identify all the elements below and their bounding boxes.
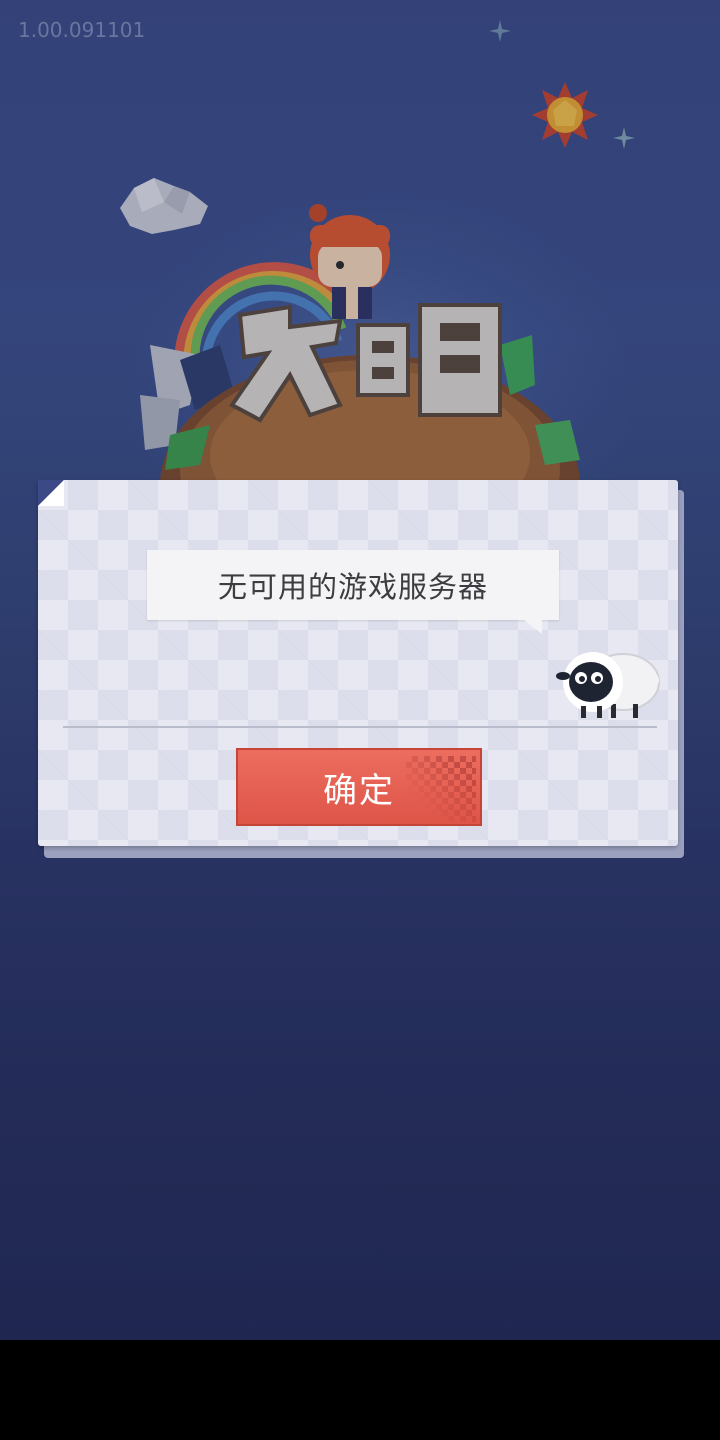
error-dialog: 无可用的游戏服务器 确定 — [38, 480, 684, 858]
sheep-icon — [556, 652, 660, 718]
button-pixel-pattern — [406, 756, 476, 822]
dialog-message: 无可用的游戏服务器 — [217, 570, 488, 604]
navigation-bar-area — [0, 1340, 720, 1440]
confirm-button[interactable]: 确定 — [236, 748, 482, 826]
confirm-button-label: 确定 — [323, 770, 395, 811]
message-bubble: 无可用的游戏服务器 — [147, 550, 559, 620]
paper-corner-curl — [38, 480, 64, 506]
dialog-divider — [63, 726, 657, 728]
dialog-paper: 无可用的游戏服务器 确定 — [38, 480, 678, 846]
bubble-tail — [524, 620, 542, 634]
game-screen: 1.00.091101 无可用的游戏服务器 确定 — [0, 0, 720, 1340]
